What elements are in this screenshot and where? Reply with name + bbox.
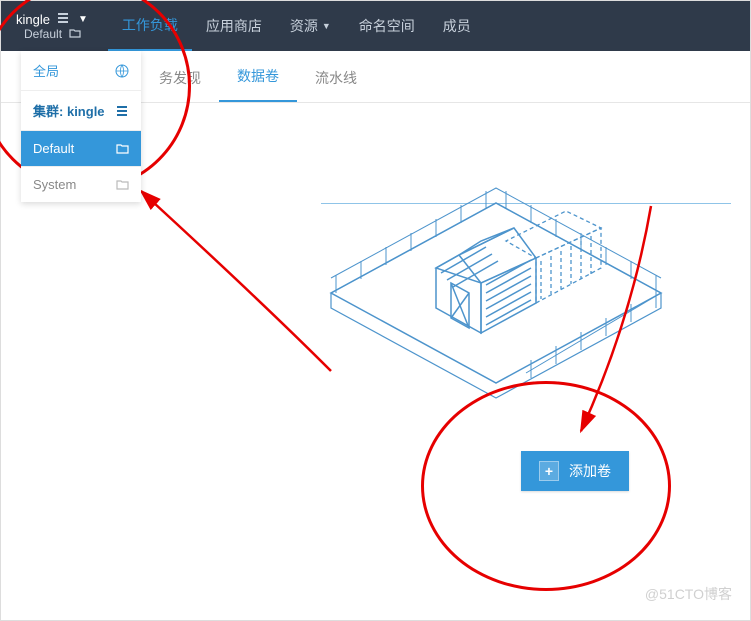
project-dropdown: 全局 集群: kingle Default System <box>21 51 141 202</box>
globe-icon <box>115 64 129 78</box>
dropdown-project-system[interactable]: System <box>21 167 141 202</box>
nav-resource[interactable]: 资源▼ <box>276 1 345 51</box>
subtab-volumes[interactable]: 数据卷 <box>219 52 297 102</box>
folder-icon <box>68 27 82 41</box>
dropdown-global[interactable]: 全局 <box>21 51 141 91</box>
subtab-service-discovery[interactable]: 务发现 <box>141 54 219 102</box>
watermark: @51CTO博客 <box>645 584 732 604</box>
project-name: Default <box>24 27 62 41</box>
stack-icon <box>115 104 129 118</box>
stack-icon <box>56 12 70 27</box>
chevron-down-icon: ▼ <box>78 14 88 25</box>
add-volume-button[interactable]: + 添加卷 <box>521 451 629 491</box>
plus-icon: + <box>539 461 559 481</box>
nav-items: 工作负载 应用商店 资源▼ 命名空间 成员 <box>108 1 485 51</box>
cluster-project-selector[interactable]: kingle ▼ Default <box>16 12 88 41</box>
annotation-arrow-2 <box>561 201 681 451</box>
chevron-down-icon: ▼ <box>322 21 331 31</box>
nav-namespace[interactable]: 命名空间 <box>345 1 429 51</box>
nav-appstore[interactable]: 应用商店 <box>192 1 276 51</box>
folder-icon <box>115 142 129 156</box>
cluster-name: kingle <box>16 12 50 27</box>
folder-icon <box>115 178 129 192</box>
nav-members[interactable]: 成员 <box>429 1 485 51</box>
dropdown-project-default[interactable]: Default <box>21 131 141 167</box>
topbar: kingle ▼ Default 工作负载 应用商店 资源▼ 命名空间 成员 <box>1 1 750 51</box>
subtab-pipelines[interactable]: 流水线 <box>297 54 375 102</box>
nav-workload[interactable]: 工作负载 <box>108 1 192 51</box>
dropdown-cluster[interactable]: 集群: kingle <box>21 91 141 131</box>
annotation-arrow-1 <box>121 181 351 381</box>
